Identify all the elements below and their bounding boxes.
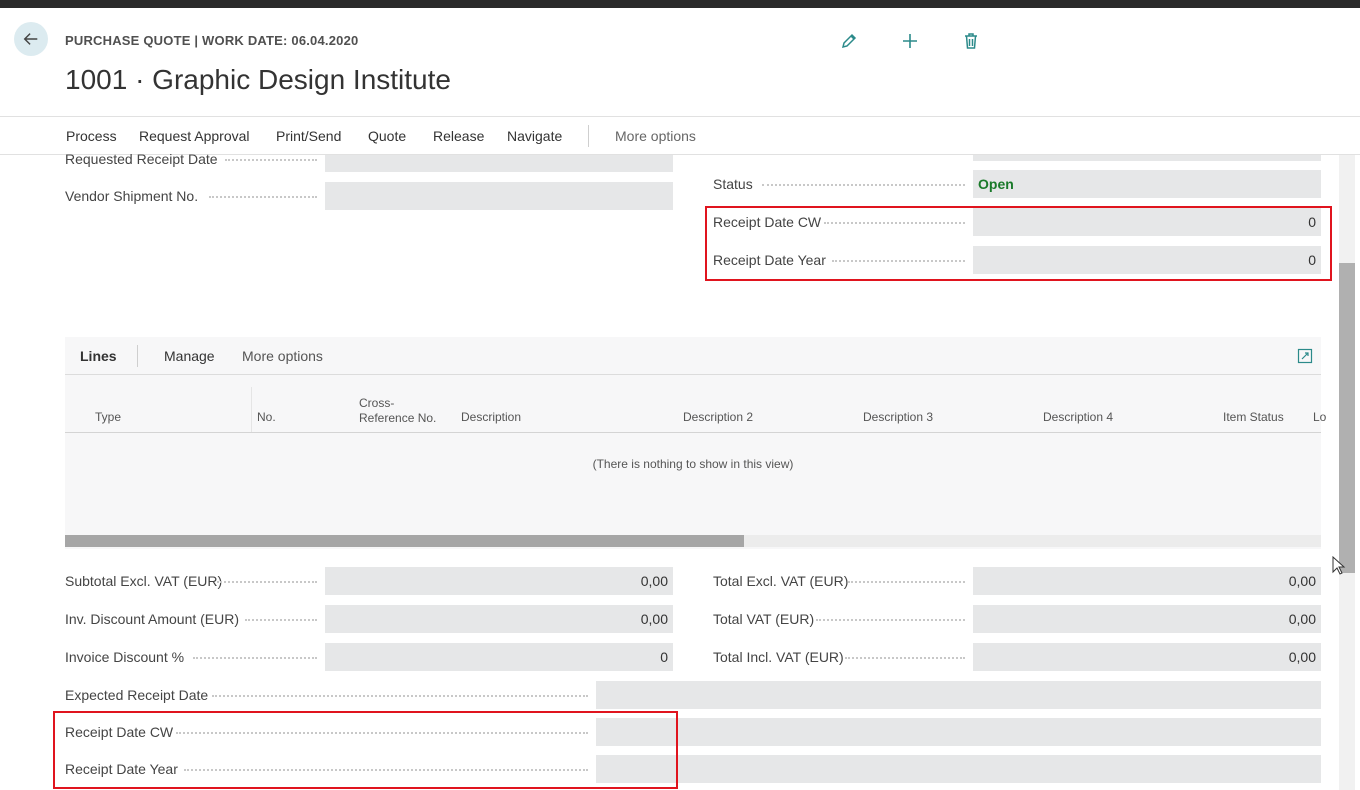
dot-leader (212, 695, 588, 697)
highlight-box-receipt (53, 711, 678, 789)
expected-receipt-date-field[interactable] (596, 681, 1321, 709)
dot-leader (225, 159, 317, 161)
action-process[interactable]: Process (66, 128, 117, 144)
status-field: Open (973, 170, 1321, 198)
dot-leader (245, 619, 317, 621)
highlight-box-general (705, 206, 1332, 281)
action-bar: Process Request Approval Print/Send Quot… (0, 116, 1360, 155)
dot-leader (193, 657, 317, 659)
dot-leader (845, 657, 965, 659)
trash-icon (965, 33, 977, 49)
edit-button[interactable] (838, 30, 860, 52)
lines-toolbar: Lines Manage More options (65, 337, 1321, 375)
page-caption: PURCHASE QUOTE | WORK DATE: 06.04.2020 (65, 33, 359, 48)
vendor-shipment-no-field[interactable] (325, 182, 673, 210)
header-divider (65, 432, 1321, 433)
delete-button[interactable] (960, 30, 982, 52)
back-arrow-icon (23, 33, 38, 45)
action-navigate[interactable]: Navigate (507, 128, 562, 144)
invoice-discount-pct-field[interactable]: 0 (325, 643, 673, 671)
total-excl-vat-label: Total Excl. VAT (EUR) (713, 573, 849, 589)
total-vat-field: 0,00 (973, 605, 1321, 633)
action-separator (588, 125, 589, 147)
horizontal-scrollbar[interactable] (65, 535, 1321, 547)
lines-more-options[interactable]: More options (242, 348, 323, 364)
col-description-3[interactable]: Description 3 (863, 410, 933, 425)
invoice-discount-pct-label: Invoice Discount % (65, 649, 185, 665)
action-quote[interactable]: Quote (368, 128, 406, 144)
dot-leader (762, 184, 965, 186)
inv-discount-amount-label: Inv. Discount Amount (EUR) (65, 611, 240, 627)
requested-receipt-date-label: Requested Receipt Date (65, 151, 218, 167)
pencil-icon (841, 33, 857, 49)
dot-leader (816, 619, 965, 621)
action-release[interactable]: Release (433, 128, 484, 144)
col-type[interactable]: Type (95, 410, 121, 425)
lines-tab[interactable]: Lines (80, 348, 117, 364)
col-location[interactable]: Lo (1313, 410, 1326, 425)
inv-discount-amount-field[interactable]: 0,00 (325, 605, 673, 633)
col-divider (251, 387, 252, 432)
col-item-status[interactable]: Item Status (1223, 410, 1284, 425)
total-incl-vat-field: 0,00 (973, 643, 1321, 671)
mouse-cursor-icon (1332, 556, 1346, 575)
action-request-approval[interactable]: Request Approval (139, 128, 250, 144)
subtotal-excl-vat-label: Subtotal Excl. VAT (EUR) (65, 573, 223, 589)
back-button[interactable] (14, 22, 48, 56)
total-excl-vat-field: 0,00 (973, 567, 1321, 595)
lines-manage-tab[interactable]: Manage (164, 348, 215, 364)
partial-field[interactable] (973, 155, 1321, 161)
subtotal-excl-vat-field: 0,00 (325, 567, 673, 595)
dot-leader (209, 196, 317, 198)
action-print-send[interactable]: Print/Send (276, 128, 341, 144)
vertical-scrollbar[interactable] (1339, 155, 1355, 790)
lines-separator (137, 345, 138, 367)
col-cross-reference-no[interactable]: Cross- Reference No. (359, 396, 436, 426)
action-more-options[interactable]: More options (615, 128, 696, 144)
lines-part: Lines Manage More options Type No. Cross… (65, 337, 1326, 549)
col-description-2[interactable]: Description 2 (683, 410, 753, 425)
plus-icon (903, 34, 917, 48)
vendor-shipment-no-label: Vendor Shipment No. (65, 188, 199, 204)
dot-leader (217, 581, 317, 583)
requested-receipt-date-field[interactable] (325, 155, 673, 172)
receipt-date-cw-field-lower[interactable] (596, 718, 1321, 746)
empty-view-message: (There is nothing to show in this view) (592, 457, 794, 471)
col-description[interactable]: Description (461, 410, 521, 425)
total-vat-label: Total VAT (EUR) (713, 611, 815, 627)
col-no[interactable]: No. (257, 410, 276, 425)
receipt-date-year-field-lower[interactable] (596, 755, 1321, 783)
col-description-4[interactable]: Description 4 (1043, 410, 1113, 425)
status-label: Status (713, 176, 753, 192)
page-title: 1001 · Graphic Design Institute (65, 64, 451, 95)
expected-receipt-date-label: Expected Receipt Date (65, 687, 209, 703)
total-incl-vat-label: Total Incl. VAT (EUR) (713, 649, 844, 665)
expand-icon[interactable] (1297, 348, 1313, 364)
dot-leader (848, 581, 965, 583)
new-button[interactable] (899, 30, 921, 52)
top-app-bar (0, 0, 1360, 8)
horizontal-scrollbar-thumb[interactable] (65, 535, 744, 547)
vertical-scrollbar-thumb[interactable] (1339, 263, 1355, 573)
